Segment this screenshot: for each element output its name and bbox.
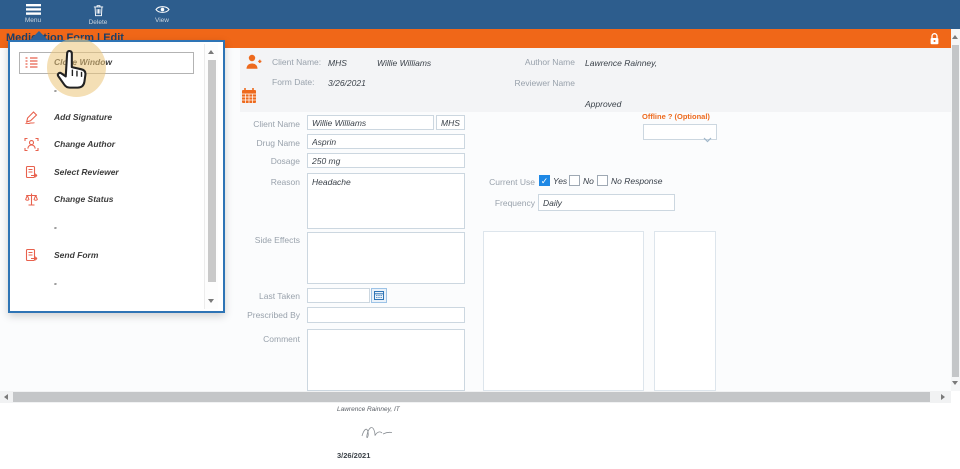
menu-item-send-form[interactable]: Send Form	[24, 246, 98, 264]
footer-date: 3/26/2021	[337, 451, 370, 460]
signature-scribble	[358, 421, 398, 448]
drug-name-input[interactable]	[307, 134, 465, 149]
header-form-date: 3/26/2021	[328, 78, 366, 88]
current-use-noresponse-checkbox[interactable]	[597, 175, 608, 186]
comment-label: Comment	[236, 334, 300, 344]
current-use-label: Current Use	[470, 177, 535, 187]
document-arrow-icon	[24, 248, 39, 263]
drug-name-label: Drug Name	[236, 138, 300, 148]
menu-item-change-status[interactable]: Change Status	[24, 190, 114, 208]
offline-select[interactable]	[643, 124, 717, 140]
hamburger-icon	[26, 4, 41, 15]
scroll-up-arrow-icon[interactable]	[952, 35, 958, 39]
view-button[interactable]: View	[142, 2, 182, 28]
header-status: Approved	[585, 99, 621, 109]
prescribed-by-label: Prescribed By	[236, 310, 300, 320]
menu-scroll-down-icon[interactable]	[208, 299, 214, 303]
vertical-scrollbar[interactable]	[951, 29, 960, 391]
menu-scrollbar-thumb[interactable]	[208, 60, 216, 282]
menu-item-label: Change Author	[54, 139, 115, 149]
menu-button-label: Menu	[14, 17, 52, 24]
last-taken-input[interactable]	[307, 288, 370, 303]
current-use-yes-checkbox[interactable]: ✓	[539, 175, 550, 186]
header-client-name-label: Client Name:	[272, 57, 321, 67]
menu-item-add-signature[interactable]: Add Signature	[24, 108, 112, 126]
footer-signer-text: Lawrence Rainney, IT	[337, 406, 400, 413]
menu-button[interactable]: Menu	[14, 2, 52, 28]
comment-textarea[interactable]	[307, 329, 465, 391]
chevron-down-icon	[703, 130, 712, 148]
horizontal-scrollbar-thumb[interactable]	[13, 392, 930, 402]
current-use-yes-label: Yes	[553, 176, 567, 186]
hand-cursor-icon	[53, 50, 89, 97]
side-effects-textarea[interactable]	[307, 232, 465, 284]
side-effects-label: Side Effects	[236, 235, 300, 245]
menu-caret	[30, 31, 48, 40]
frequency-label: Frequency	[470, 198, 535, 208]
frequency-input[interactable]	[538, 194, 675, 211]
horizontal-scrollbar[interactable]	[0, 391, 951, 403]
signature-pen-icon	[24, 110, 39, 125]
client-name-input[interactable]	[307, 115, 434, 130]
menu-separator-label: -	[54, 222, 57, 232]
client-person-icon	[245, 53, 262, 77]
reason-textarea[interactable]: Headache	[307, 173, 465, 229]
eye-icon	[155, 4, 170, 15]
scroll-down-arrow-icon[interactable]	[952, 381, 958, 385]
view-button-label: View	[142, 17, 182, 24]
notes-box-right[interactable]	[654, 231, 716, 391]
last-taken-label: Last Taken	[236, 291, 300, 301]
current-use-no-label: No	[583, 176, 594, 186]
reason-label: Reason	[236, 177, 300, 187]
dosage-input[interactable]	[307, 153, 465, 168]
client-name-label: Client Name	[236, 119, 300, 129]
client-code-input[interactable]	[436, 115, 465, 130]
dosage-label: Dosage	[236, 156, 300, 166]
app-window: Menu Delete View Medication Form | Edit …	[0, 0, 960, 469]
delete-button-label: Delete	[76, 19, 120, 26]
menu-item-select-reviewer[interactable]: Select Reviewer	[24, 163, 119, 181]
menu-separator: -	[24, 274, 57, 292]
menu-dropdown: Close Window - Add Signature Change Auth…	[8, 40, 225, 313]
list-icon	[24, 55, 39, 70]
delete-button[interactable]: Delete	[76, 2, 120, 28]
last-taken-datepicker-button[interactable]	[371, 288, 387, 303]
scroll-left-arrow-icon[interactable]	[4, 394, 8, 400]
person-brackets-icon	[24, 137, 39, 152]
menu-item-label: Select Reviewer	[54, 167, 119, 177]
prescribed-by-input[interactable]	[307, 307, 465, 323]
trash-icon	[92, 4, 105, 17]
notes-box-left[interactable]	[483, 231, 644, 391]
menu-item-label: Add Signature	[54, 112, 112, 122]
header-author-name: Lawrence Rainney,	[585, 58, 657, 68]
header-reviewer-label: Reviewer Name	[495, 78, 575, 88]
menu-item-label: Change Status	[54, 194, 114, 204]
header-client-code: MHS	[328, 58, 347, 68]
menu-item-change-author[interactable]: Change Author	[24, 135, 115, 153]
vertical-scrollbar-thumb[interactable]	[952, 45, 959, 377]
menu-scrollbar[interactable]	[204, 44, 218, 309]
header-client-name: Willie Williams	[377, 58, 431, 68]
calendar-icon	[241, 87, 257, 109]
document-arrow-icon	[24, 165, 39, 180]
header-form-date-label: Form Date:	[272, 77, 315, 87]
menu-separator: -	[24, 218, 57, 236]
current-use-noresponse-label: No Response	[611, 176, 663, 186]
current-use-no-checkbox[interactable]	[569, 175, 580, 186]
menu-scroll-up-icon[interactable]	[208, 50, 214, 54]
scroll-right-arrow-icon[interactable]	[941, 394, 945, 400]
top-toolbar: Menu Delete View	[0, 0, 960, 29]
menu-separator-label: -	[54, 278, 57, 288]
header-author-label: Author Name	[495, 57, 575, 67]
menu-item-label: Send Form	[54, 250, 98, 260]
offline-optional-label: Offline ? (Optional)	[642, 112, 710, 121]
datepicker-calendar-icon	[374, 291, 384, 300]
scales-icon	[24, 192, 39, 207]
